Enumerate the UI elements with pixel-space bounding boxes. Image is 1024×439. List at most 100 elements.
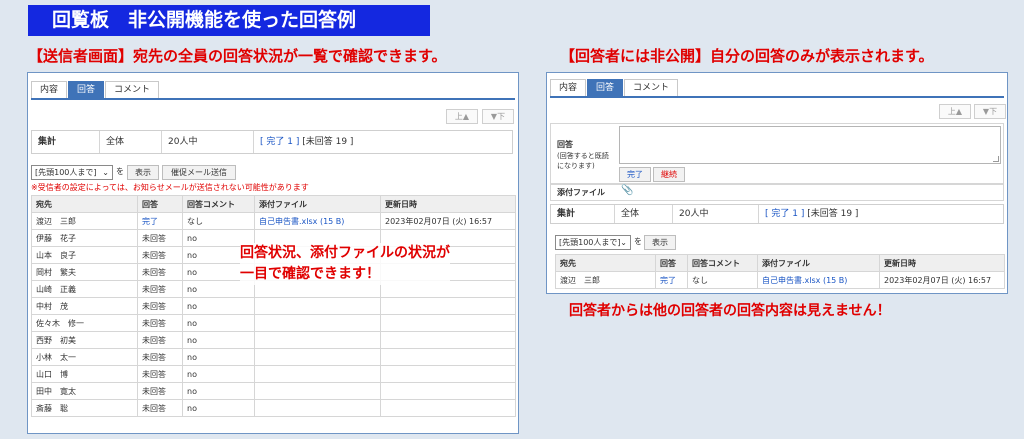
tab-bar-recipient: 内容 回答 コメント xyxy=(550,79,679,96)
paperclip-icon[interactable]: 📎 xyxy=(621,185,633,196)
sender-panel: 内容 回答 コメント 上▲ ▼下 集計 全体 20人中 [ 完了 1 ] [未回… xyxy=(27,72,519,434)
cell-comment: no xyxy=(182,331,255,349)
cell-comment: no xyxy=(182,297,255,315)
attach-label: 添付ファイル xyxy=(557,188,605,197)
cell-attachment-link[interactable]: 自己申告書.xlsx (15 B) xyxy=(757,271,880,289)
cell-answer-link[interactable]: 完了 xyxy=(655,271,688,289)
tally-label: 集計 xyxy=(32,131,100,153)
cell-attachment-link[interactable]: 自己申告書.xlsx (15 B) xyxy=(254,212,381,230)
cell-attachment xyxy=(254,399,381,417)
table-row: 中村 茂未回答 no xyxy=(31,297,516,315)
done-button[interactable]: 完了 xyxy=(619,167,651,182)
cell-recipient: 山本 良子 xyxy=(31,246,138,264)
cell-attachment xyxy=(254,348,381,366)
prev-button[interactable]: 上▲ xyxy=(446,109,478,124)
col-attachment: 添付ファイル xyxy=(757,254,880,272)
tally-scope: 全体 xyxy=(100,131,162,153)
tab-content[interactable]: 内容 xyxy=(550,79,587,96)
col-answer: 回答 xyxy=(655,254,688,272)
col-attachment: 添付ファイル xyxy=(254,195,381,213)
tab-comment[interactable]: コメント xyxy=(105,81,160,98)
cell-answer: 未回答 xyxy=(137,229,183,247)
show-button[interactable]: 表示 xyxy=(127,165,159,180)
tally-pending: [未回答 19 ] xyxy=(807,209,859,219)
tally-total: 20人中 xyxy=(673,205,759,223)
cell-updated xyxy=(380,348,516,366)
tally-done-link[interactable]: [ 完了 1 ] xyxy=(765,209,804,219)
cell-updated xyxy=(380,399,516,417)
cell-attachment xyxy=(254,314,381,332)
cell-answer: 未回答 xyxy=(137,297,183,315)
col-updated: 更新日時 xyxy=(380,195,516,213)
cell-recipient: 佐々木 修一 xyxy=(31,314,138,332)
remind-mail-button[interactable]: 催促メール送信 xyxy=(162,165,236,180)
select-particle: を xyxy=(116,167,124,176)
tab-comment[interactable]: コメント xyxy=(624,79,679,96)
tally-total: 20人中 xyxy=(162,131,254,153)
col-recipient: 宛先 xyxy=(555,254,656,272)
cell-recipient: 岡村 繁夫 xyxy=(31,263,138,281)
next-button[interactable]: ▼下 xyxy=(974,104,1006,119)
tab-bar: 内容 回答 コメント xyxy=(31,81,160,98)
cell-recipient: 山口 博 xyxy=(31,365,138,383)
prev-button[interactable]: 上▲ xyxy=(939,104,971,119)
cell-comment: no xyxy=(182,348,255,366)
cell-answer: 未回答 xyxy=(137,382,183,400)
tally-done-link[interactable]: [ 完了 1 ] xyxy=(260,137,299,147)
cell-recipient: 渡辺 三郎 xyxy=(31,212,138,230)
cell-recipient: 中村 茂 xyxy=(31,297,138,315)
cell-updated xyxy=(380,314,516,332)
next-button[interactable]: ▼下 xyxy=(482,109,514,124)
tally-row: 集計 全体 20人中 [ 完了 1 ] [未回答 19 ] xyxy=(31,130,513,154)
cell-comment: なし xyxy=(687,271,758,289)
privacy-caption: 回答者からは他の回答者の回答内容は見えません！ xyxy=(569,303,891,319)
recipient-caption: 【回答者には非公開】自分の回答のみが表示されます。 xyxy=(560,47,934,65)
mail-notice: ※受信者の設定によっては、お知らせメールが送信されない可能性があります xyxy=(31,183,309,192)
cell-answer: 未回答 xyxy=(137,280,183,298)
own-answer-table: 宛先 回答 回答コメント 添付ファイル 更新日時 渡辺 三郎 完了 なし 自己申… xyxy=(555,254,1005,289)
col-comment: 回答コメント xyxy=(687,254,758,272)
cell-recipient: 渡辺 三郎 xyxy=(555,271,656,289)
tally-pending: [未回答 19 ] xyxy=(302,137,354,147)
table-row: 小林 太一 未回答 no xyxy=(31,348,516,366)
range-select[interactable]: [先頭100人まで] ⌄ xyxy=(31,165,113,180)
show-button[interactable]: 表示 xyxy=(644,235,676,250)
cell-updated xyxy=(380,365,516,383)
cell-updated xyxy=(380,297,516,315)
cell-updated xyxy=(380,382,516,400)
tab-answer[interactable]: 回答 xyxy=(68,81,105,98)
cell-updated: 2023年02月07日 (火) 16:57 xyxy=(380,212,516,230)
cell-attachment xyxy=(254,331,381,349)
tab-content[interactable]: 内容 xyxy=(31,81,68,98)
chevron-down-icon: ⌄ xyxy=(102,168,109,177)
range-select[interactable]: [先頭100人まで] ⌄ xyxy=(555,235,631,250)
tab-answer[interactable]: 回答 xyxy=(587,79,624,96)
cell-answer: 未回答 xyxy=(137,399,183,417)
cell-answer: 未回答 xyxy=(137,331,183,349)
answer-label: 回答 (回答すると既読になります) xyxy=(557,140,609,170)
table-row: 田中 寛太 未回答 no xyxy=(31,382,516,400)
cell-recipient: 西野 初美 xyxy=(31,331,138,349)
continue-button[interactable]: 継続 xyxy=(653,167,685,182)
cell-recipient: 小林 太一 xyxy=(31,348,138,366)
cell-answer: 未回答 xyxy=(137,348,183,366)
cell-updated: 2023年02月07日 (火) 16:57 xyxy=(879,271,1005,289)
cell-comment: no xyxy=(182,399,255,417)
cell-answer: 未回答 xyxy=(137,246,183,264)
answer-table: 宛先 回答 回答コメント 添付ファイル 更新日時 渡辺 三郎 完了 なし 自己申告書.… xyxy=(31,195,516,417)
cell-answer: 未回答 xyxy=(137,263,183,281)
attach-row xyxy=(550,184,1004,201)
cell-recipient: 山崎 正義 xyxy=(31,280,138,298)
table-row: 渡辺 三郎 完了 なし 自己申告書.xlsx (15 B) 2023年02月07… xyxy=(555,271,1005,289)
cell-attachment xyxy=(254,365,381,383)
cell-comment: なし xyxy=(182,212,255,230)
answer-textarea[interactable] xyxy=(619,126,1001,164)
recipient-panel: 内容 回答 コメント 上▲ ▼下 回答 (回答すると既読になります) 完了 継続… xyxy=(546,72,1008,294)
table-row: 西野 初美 未回答 no xyxy=(31,331,516,349)
table-row: 斎藤 聡未回答 no xyxy=(31,399,516,417)
cell-answer-link[interactable]: 完了 xyxy=(137,212,183,230)
cell-answer: 未回答 xyxy=(137,365,183,383)
tally-label: 集計 xyxy=(551,205,615,223)
col-comment: 回答コメント xyxy=(182,195,255,213)
table-row: 佐々木 修一 未回答 no xyxy=(31,314,516,332)
